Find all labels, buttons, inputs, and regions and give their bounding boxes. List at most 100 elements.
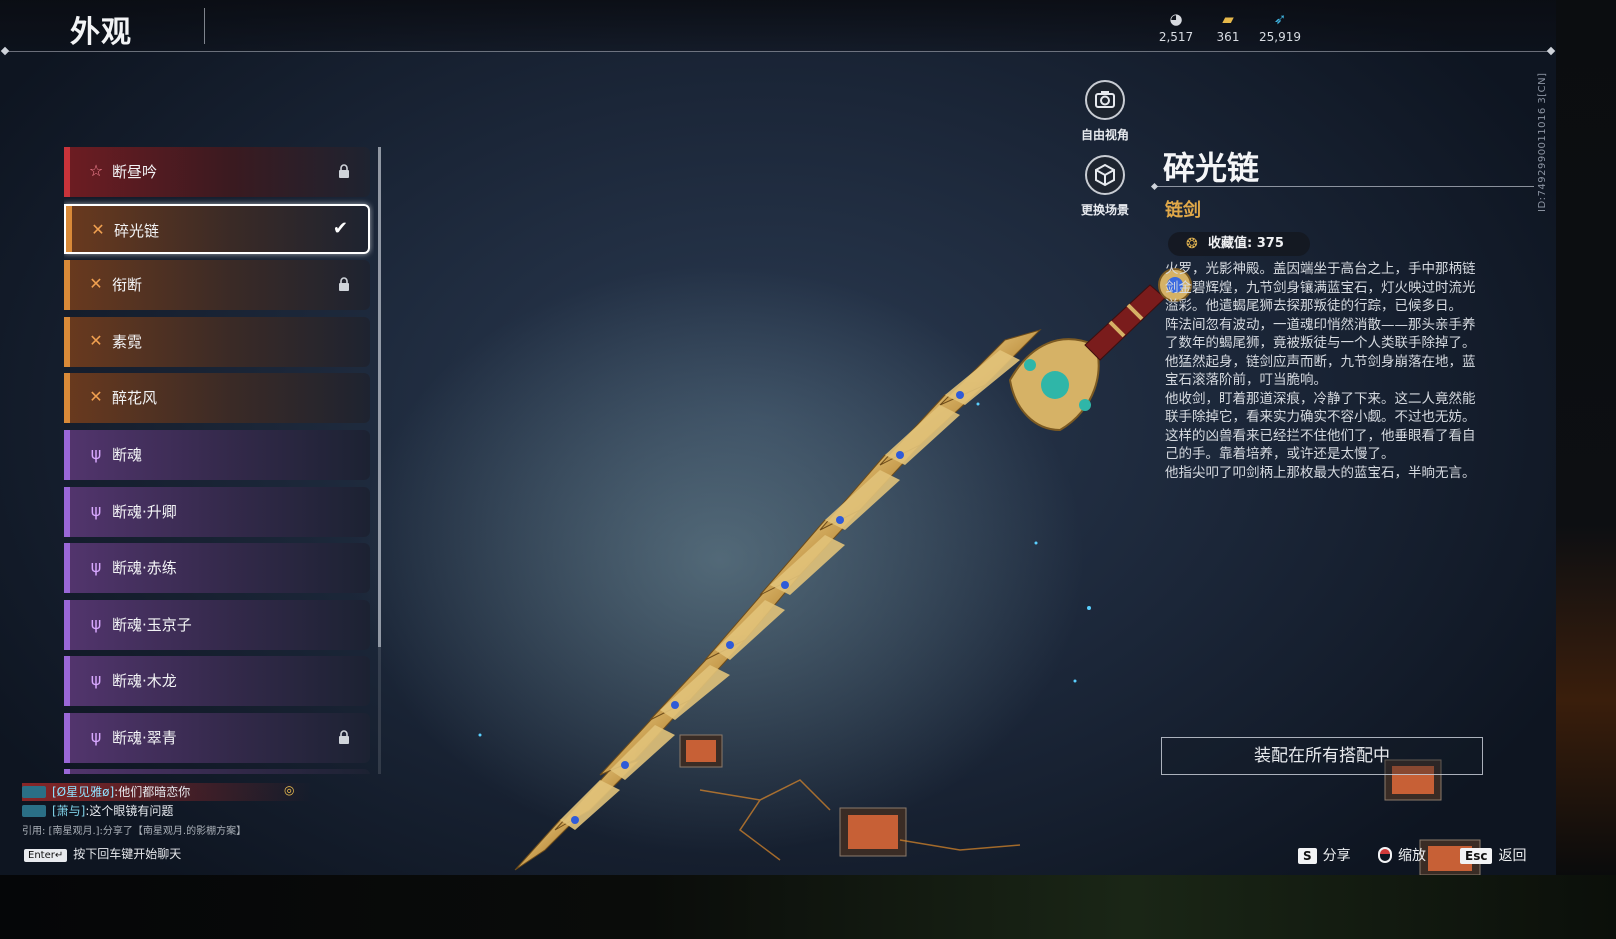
cross-icon: ✕: [89, 387, 103, 406]
list-item-duanhun-mulong[interactable]: ψ 断魂·木龙: [64, 656, 370, 706]
currency-gold: ▰ 361: [1198, 10, 1258, 44]
lore-paragraph: 阵法间忽有波动，一道魂印悄然消散——那头亲手养了数年的蝎尾狮，竟被叛徒与一个人类…: [1165, 316, 1476, 389]
rarity-bar: [64, 430, 70, 480]
rarity-bar: [64, 260, 70, 310]
emoji-icon: ◎: [284, 783, 295, 797]
cross-icon: ✕: [89, 274, 103, 293]
list-scrollbar[interactable]: [378, 147, 381, 774]
chat-sender[interactable]: [Ø星见雅ø]: [52, 785, 114, 799]
lock-icon: [339, 730, 349, 744]
free-view-button[interactable]: 自由视角: [1075, 80, 1135, 143]
rarity-bar: [64, 769, 70, 774]
camera-icon: [1085, 80, 1125, 120]
window-edge: [1556, 0, 1616, 875]
chat-channel-icon: [22, 786, 46, 798]
list-item-label: 衔断: [112, 276, 143, 294]
list-item-label: 断昼吟: [112, 163, 158, 181]
rarity-bar: [64, 656, 70, 706]
rarity-bar: [64, 147, 70, 197]
mouse-icon: [1378, 847, 1392, 863]
trident-icon: ψ: [90, 557, 102, 576]
chat-quote[interactable]: 引用: [南星观月.]:分享了【南星观月.的影棚方案】: [22, 822, 246, 840]
list-item-label: 素霓: [112, 333, 143, 351]
collection-icon: ❂: [1186, 236, 1198, 252]
list-item-duanhun-yujingzi[interactable]: ψ 断魂·玉京子: [64, 600, 370, 650]
item-name-divider: [1154, 186, 1534, 187]
collection-value-badge: ❂ 收藏值: 375: [1168, 232, 1310, 256]
share-button[interactable]: S 分享: [1298, 845, 1351, 865]
share-label: 分享: [1322, 848, 1351, 864]
list-item-xianduan[interactable]: ✕ 衔断: [64, 260, 370, 310]
item-lore: 火罗，光影神殿。盖因端坐于高台之上，手中那柄链剑金碧辉煌，九节剑身镶满蓝宝石，灯…: [1165, 260, 1487, 482]
list-item-zuihuafeng[interactable]: ✕ 醉花风: [64, 373, 370, 423]
star-icon: ☆: [88, 161, 104, 180]
free-view-label: 自由视角: [1080, 128, 1129, 142]
collection-label: 收藏值:: [1208, 236, 1253, 251]
cross-icon: ✕: [89, 331, 103, 350]
rarity-bar: [64, 713, 70, 763]
list-item-suni[interactable]: ✕ 素霓: [64, 317, 370, 367]
list-item-partial[interactable]: [64, 769, 370, 774]
s-key-icon: S: [1298, 848, 1317, 864]
cross-icon: ✕: [91, 220, 105, 239]
appearance-list[interactable]: ☆ 断昼吟 ✕ 碎光链 ✔ ✕ 衔断 ✕ 素霓 ✕ 醉花风 ψ 断魂 ψ 断魂·…: [64, 147, 374, 774]
list-item-label: 断魂·赤练: [112, 559, 177, 577]
zoom-label: 缩放: [1398, 848, 1426, 864]
lock-icon: [339, 164, 349, 178]
change-scene-button[interactable]: 更换场景: [1075, 155, 1135, 218]
rarity-bar: [64, 317, 70, 367]
scrollbar-thumb[interactable]: [378, 147, 381, 647]
window-bottom-strip: [0, 875, 1616, 939]
currency-feather-value: 25,919: [1259, 30, 1301, 44]
lore-paragraph: 他收剑，盯着那道深痕，冷静了下来。这二人竟然能联手除掉它，看来实力确实不容小觑。…: [1165, 390, 1476, 463]
gold-ingot-icon: ▰: [1222, 10, 1234, 28]
item-name: 碎光链: [1163, 149, 1260, 187]
trident-icon: ψ: [90, 670, 102, 689]
currency-gold-value: 361: [1216, 30, 1240, 44]
change-scene-label: 更换场景: [1080, 203, 1129, 217]
trident-icon: ψ: [90, 444, 102, 463]
chat-text: :这个眼镜有问题: [85, 804, 174, 818]
chat-message[interactable]: [Ø星见雅ø]:他们都暗恋你 ◎: [22, 783, 312, 801]
rarity-bar: [66, 206, 72, 252]
coin-stack-icon: ◕: [1169, 10, 1183, 28]
lore-paragraph: 火罗，光影神殿。盖因端坐于高台之上，手中那柄链剑金碧辉煌，九节剑身镶满蓝宝石，灯…: [1165, 261, 1476, 314]
zoom-button[interactable]: 缩放: [1378, 845, 1426, 865]
rarity-bar: [64, 487, 70, 537]
list-item-label: 断魂·升卿: [112, 503, 177, 521]
top-header: 外观 ◕ 2,517 ▰ 361 ➶ 25,919: [0, 0, 1556, 52]
esc-key-icon: Esc: [1460, 848, 1493, 864]
list-item-label: 断魂: [112, 446, 143, 464]
title-divider: [204, 8, 205, 44]
feather-icon: ➶: [1273, 10, 1287, 28]
equip-all-button[interactable]: 装配在所有搭配中: [1161, 737, 1483, 775]
build-id-label: ID:7492990011016 3[CN]: [1537, 72, 1548, 212]
chat-text: :他们都暗恋你: [114, 785, 191, 799]
list-item-duanhun-cuiqing[interactable]: ψ 断魂·翠青: [64, 713, 370, 763]
chat-enter-hint[interactable]: Enter↵ 按下回车键开始聊天: [24, 845, 181, 862]
chat-sender[interactable]: [萧与]: [52, 804, 85, 818]
game-scene-background: 外观 ◕ 2,517 ▰ 361 ➶ 25,919 ID:74929900110…: [0, 0, 1556, 875]
list-item-label: 醉花风: [112, 389, 158, 407]
cube-icon: [1085, 155, 1125, 195]
header-divider-line: [4, 51, 1552, 52]
list-item-duanhun-chilian[interactable]: ψ 断魂·赤练: [64, 543, 370, 593]
item-type: 链剑: [1165, 200, 1201, 221]
currency-feather: ➶ 25,919: [1250, 10, 1310, 44]
check-icon: ✔: [332, 218, 348, 239]
rarity-bar: [64, 373, 70, 423]
rarity-bar: [64, 543, 70, 593]
list-item-duanzhouyin[interactable]: ☆ 断昼吟: [64, 147, 370, 197]
list-item-duanhun-shengqing[interactable]: ψ 断魂·升卿: [64, 487, 370, 537]
back-button[interactable]: Esc 返回: [1460, 845, 1526, 865]
trident-icon: ψ: [90, 614, 102, 633]
list-item-duanhun[interactable]: ψ 断魂: [64, 430, 370, 480]
rarity-bar: [64, 600, 70, 650]
enter-key-icon: Enter↵: [24, 849, 68, 862]
chat-channel-icon: [22, 805, 46, 817]
list-item-suiguanglian[interactable]: ✕ 碎光链 ✔: [64, 204, 370, 254]
collection-value: 375: [1256, 236, 1284, 251]
back-label: 返回: [1498, 848, 1527, 864]
chat-message[interactable]: [萧与]:这个眼镜有问题: [22, 802, 173, 820]
chat-hint-text: 按下回车键开始聊天: [73, 847, 182, 861]
